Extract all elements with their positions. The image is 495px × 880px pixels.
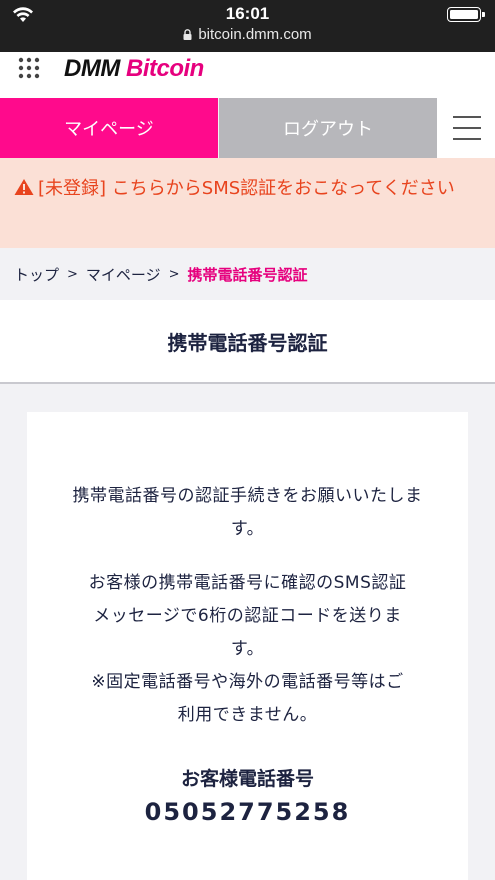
logout-button[interactable]: ログアウト	[219, 98, 437, 158]
warning-icon	[14, 179, 34, 195]
sms-alert-banner: [未登録] こちらからSMS認証をおこなってください	[0, 158, 495, 248]
intro-paragraph: 携帯電話番号の認証手続きをお願いいたします。	[27, 480, 468, 546]
alert-tag: [未登録]	[38, 178, 107, 199]
site-header: DMM Bitcoin	[0, 52, 495, 98]
breadcrumb-separator: >	[67, 266, 78, 282]
hamburger-menu-icon[interactable]	[437, 98, 495, 158]
breadcrumb-separator: >	[168, 266, 180, 282]
content-card: 携帯電話番号の認証手続きをお願いいたします。 お客様の携帯電話番号に確認のSMS…	[27, 412, 468, 880]
status-bar: 16:01 bitcoin.dmm.com	[0, 0, 495, 52]
phone-number-value: 05052775258	[144, 798, 351, 826]
phone-number-label: お客様電話番号	[180, 768, 314, 790]
sms-auth-link[interactable]: [未登録] こちらからSMS認証をおこなってください	[14, 174, 481, 204]
logo-bitcoin-text: Bitcoin	[126, 55, 204, 82]
lock-icon	[183, 29, 192, 40]
notice-line: 利用できません。	[177, 705, 318, 725]
battery-icon	[447, 7, 485, 22]
notice-line: メッセージで6桁の認証コードを送りま	[93, 606, 402, 626]
breadcrumb-mypage[interactable]: マイページ	[86, 264, 161, 285]
status-time: 16:01	[225, 4, 270, 23]
main-nav: マイページ ログアウト	[0, 98, 495, 158]
notice-line: ※固定電話番号や海外の電話番号等はご	[91, 672, 404, 692]
alert-message: こちらからSMS認証をおこなってください	[111, 178, 455, 199]
mypage-button[interactable]: マイページ	[0, 98, 218, 158]
breadcrumb: トップ > マイページ > 携帯電話番号認証	[0, 248, 495, 300]
notice-line: す。	[230, 639, 265, 659]
dmm-bitcoin-logo[interactable]: DMM Bitcoin	[64, 55, 204, 83]
address-bar[interactable]: bitcoin.dmm.com	[0, 26, 495, 43]
breadcrumb-current: 携帯電話番号認証	[187, 265, 308, 284]
notice-paragraph: お客様の携帯電話番号に確認のSMS認証 メッセージで6桁の認証コードを送りま す…	[27, 567, 468, 732]
intro-text: 携帯電話番号の認証手続きをお願いいたします。	[72, 486, 423, 539]
breadcrumb-top[interactable]: トップ	[14, 264, 59, 285]
logo-dmm-text: DMM	[64, 55, 120, 82]
url-text: bitcoin.dmm.com	[198, 26, 312, 43]
page-title-bar: 携帯電話番号認証	[0, 300, 495, 384]
apps-grid-icon[interactable]	[18, 57, 40, 79]
notice-line: お客様の携帯電話番号に確認のSMS認証	[88, 573, 407, 593]
page-title: 携帯電話番号認証	[167, 330, 328, 355]
